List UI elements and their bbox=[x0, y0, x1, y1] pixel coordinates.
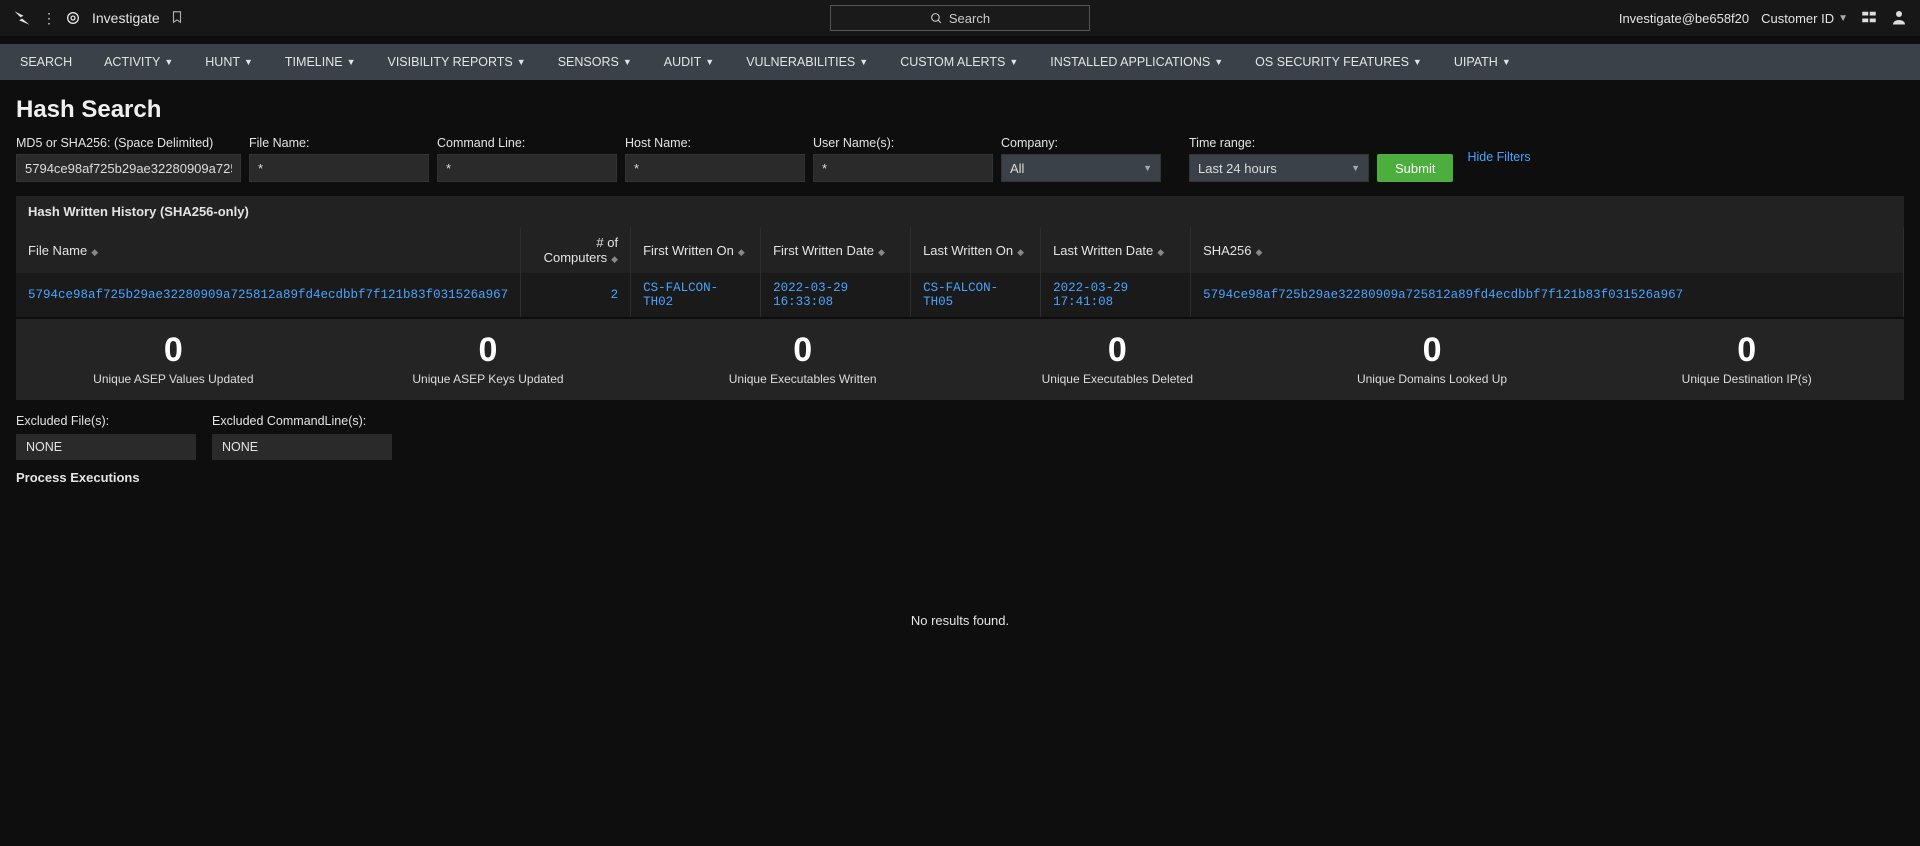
caret-down-icon: ▼ bbox=[623, 57, 632, 67]
stat-dest-ips: 0 Unique Destination IP(s) bbox=[1589, 319, 1904, 400]
page-title: Hash Search bbox=[16, 96, 1904, 124]
caret-down-icon: ▼ bbox=[1214, 57, 1223, 67]
excluded-files-label: Excluded File(s): bbox=[16, 414, 196, 428]
hostname-filter-label: Host Name: bbox=[625, 136, 805, 150]
caret-down-icon: ▼ bbox=[1143, 163, 1152, 173]
caret-down-icon: ▼ bbox=[1009, 57, 1018, 67]
stat-asep-keys: 0 Unique ASEP Keys Updated bbox=[331, 319, 646, 400]
cell-first-date[interactable]: 2022-03-29 16:33:08 bbox=[761, 273, 911, 317]
nav-os-security-features[interactable]: OS SECURITY FEATURES▼ bbox=[1239, 44, 1438, 80]
cell-last-date[interactable]: 2022-03-29 17:41:08 bbox=[1041, 273, 1191, 317]
caret-down-icon: ▼ bbox=[705, 57, 714, 67]
excluded-cmd-label: Excluded CommandLine(s): bbox=[212, 414, 392, 428]
stats-row: 0 Unique ASEP Values Updated 0 Unique AS… bbox=[16, 319, 1904, 400]
filename-input[interactable] bbox=[249, 154, 429, 182]
cell-sha256[interactable]: 5794ce98af725b29ae32280909a725812a89fd4e… bbox=[1191, 273, 1904, 317]
company-filter-label: Company: bbox=[1001, 136, 1161, 150]
process-executions-title: Process Executions bbox=[16, 470, 1904, 485]
nav-sensors[interactable]: SENSORS▼ bbox=[542, 44, 648, 80]
sort-icon: ◆ bbox=[738, 247, 745, 257]
global-search-input[interactable]: Search bbox=[830, 5, 1090, 31]
caret-down-icon: ▼ bbox=[517, 57, 526, 67]
customer-id-dropdown[interactable]: Customer ID ▼ bbox=[1761, 11, 1848, 26]
caret-down-icon: ▼ bbox=[1502, 57, 1511, 67]
cmdline-input[interactable] bbox=[437, 154, 617, 182]
investigate-icon bbox=[64, 9, 82, 27]
cmdline-filter-label: Command Line: bbox=[437, 136, 617, 150]
caret-down-icon: ▼ bbox=[1351, 163, 1360, 173]
caret-down-icon: ▼ bbox=[164, 57, 173, 67]
sort-icon: ◆ bbox=[878, 247, 885, 257]
username-input[interactable] bbox=[813, 154, 993, 182]
table-row: 5794ce98af725b29ae32280909a725812a89fd4e… bbox=[16, 273, 1904, 317]
sort-icon: ◆ bbox=[1256, 247, 1263, 257]
col-sha256[interactable]: SHA256◆ bbox=[1191, 227, 1904, 273]
stat-exe-deleted: 0 Unique Executables Deleted bbox=[960, 319, 1275, 400]
chevron-down-icon: ▼ bbox=[1838, 13, 1848, 24]
timerange-filter-label: Time range: bbox=[1189, 136, 1369, 150]
user-icon[interactable] bbox=[1890, 8, 1908, 29]
excluded-section: Excluded File(s): NONE Excluded CommandL… bbox=[16, 414, 1904, 460]
caret-down-icon: ▼ bbox=[347, 57, 356, 67]
no-results-message: No results found. bbox=[16, 493, 1904, 708]
company-select[interactable]: All▼ bbox=[1001, 154, 1161, 182]
bookmark-icon[interactable] bbox=[170, 10, 184, 27]
hash-filter-label: MD5 or SHA256: (Space Delimited) bbox=[16, 136, 241, 150]
nav-vulnerabilities[interactable]: VULNERABILITIES▼ bbox=[730, 44, 884, 80]
nav-hunt[interactable]: HUNT▼ bbox=[189, 44, 269, 80]
widgets-icon[interactable] bbox=[1860, 8, 1878, 29]
col-first-on[interactable]: First Written On◆ bbox=[631, 227, 761, 273]
account-label: Investigate@be658f20 bbox=[1619, 11, 1749, 26]
col-first-date[interactable]: First Written Date◆ bbox=[761, 227, 911, 273]
nav-search[interactable]: SEARCH bbox=[4, 44, 88, 80]
excluded-cmd-value: NONE bbox=[212, 434, 392, 460]
username-filter-label: User Name(s): bbox=[813, 136, 993, 150]
nav-visibility-reports[interactable]: VISIBILITY REPORTS▼ bbox=[372, 44, 542, 80]
hash-input[interactable] bbox=[16, 154, 241, 182]
caret-down-icon: ▼ bbox=[1413, 57, 1422, 67]
cell-first-on[interactable]: CS-FALCON-TH02 bbox=[631, 273, 761, 317]
cell-count[interactable]: 2 bbox=[521, 273, 631, 317]
filters-row: MD5 or SHA256: (Space Delimited) File Na… bbox=[16, 136, 1904, 182]
cell-last-on[interactable]: CS-FALCON-TH05 bbox=[911, 273, 1041, 317]
more-menu-icon[interactable]: ⋮ bbox=[42, 10, 54, 27]
search-placeholder: Search bbox=[949, 11, 990, 26]
sort-icon: ◆ bbox=[91, 247, 98, 257]
col-computers[interactable]: # of Computers◆ bbox=[521, 227, 631, 273]
hostname-input[interactable] bbox=[625, 154, 805, 182]
filename-filter-label: File Name: bbox=[249, 136, 429, 150]
stat-asep-values: 0 Unique ASEP Values Updated bbox=[16, 319, 331, 400]
falcon-logo-icon[interactable] bbox=[12, 9, 32, 27]
main-nav: SEARCH ACTIVITY▼ HUNT▼ TIMELINE▼ VISIBIL… bbox=[0, 44, 1920, 80]
nav-uipath[interactable]: UIPATH▼ bbox=[1438, 44, 1527, 80]
search-icon bbox=[930, 12, 943, 25]
nav-custom-alerts[interactable]: CUSTOM ALERTS▼ bbox=[884, 44, 1034, 80]
submit-button[interactable]: Submit bbox=[1377, 154, 1453, 182]
nav-audit[interactable]: AUDIT▼ bbox=[648, 44, 730, 80]
stat-exe-written: 0 Unique Executables Written bbox=[645, 319, 960, 400]
hide-filters-link[interactable]: Hide Filters bbox=[1467, 150, 1530, 168]
sort-icon: ◆ bbox=[611, 254, 618, 264]
stat-domains: 0 Unique Domains Looked Up bbox=[1275, 319, 1590, 400]
history-table: File Name◆ # of Computers◆ First Written… bbox=[16, 227, 1904, 317]
cell-filename[interactable]: 5794ce98af725b29ae32280909a725812a89fd4e… bbox=[16, 273, 521, 317]
history-panel-title: Hash Written History (SHA256-only) bbox=[16, 196, 1904, 227]
col-last-on[interactable]: Last Written On◆ bbox=[911, 227, 1041, 273]
col-last-date[interactable]: Last Written Date◆ bbox=[1041, 227, 1191, 273]
caret-down-icon: ▼ bbox=[859, 57, 868, 67]
excluded-files-value: NONE bbox=[16, 434, 196, 460]
sort-icon: ◆ bbox=[1157, 247, 1164, 257]
sort-icon: ◆ bbox=[1017, 247, 1024, 257]
caret-down-icon: ▼ bbox=[244, 57, 253, 67]
timerange-select[interactable]: Last 24 hours▼ bbox=[1189, 154, 1369, 182]
nav-timeline[interactable]: TIMELINE▼ bbox=[269, 44, 372, 80]
page-context-title: Investigate bbox=[92, 10, 160, 26]
col-filename[interactable]: File Name◆ bbox=[16, 227, 521, 273]
nav-installed-applications[interactable]: INSTALLED APPLICATIONS▼ bbox=[1034, 44, 1239, 80]
topbar: ⋮ Investigate Search Investigate@be658f2… bbox=[0, 0, 1920, 36]
nav-activity[interactable]: ACTIVITY▼ bbox=[88, 44, 189, 80]
